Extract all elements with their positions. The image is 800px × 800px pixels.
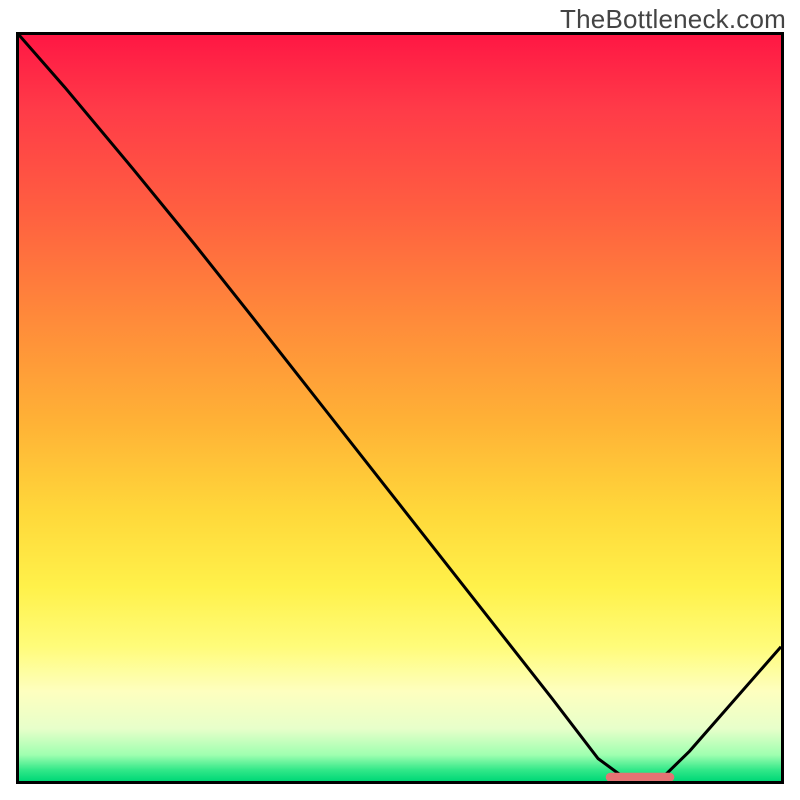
bottleneck-curve-line	[19, 35, 781, 781]
watermark-text: TheBottleneck.com	[560, 4, 786, 35]
plot-area	[16, 32, 784, 784]
chart-svg	[19, 35, 781, 781]
optimal-range-marker	[606, 773, 675, 781]
